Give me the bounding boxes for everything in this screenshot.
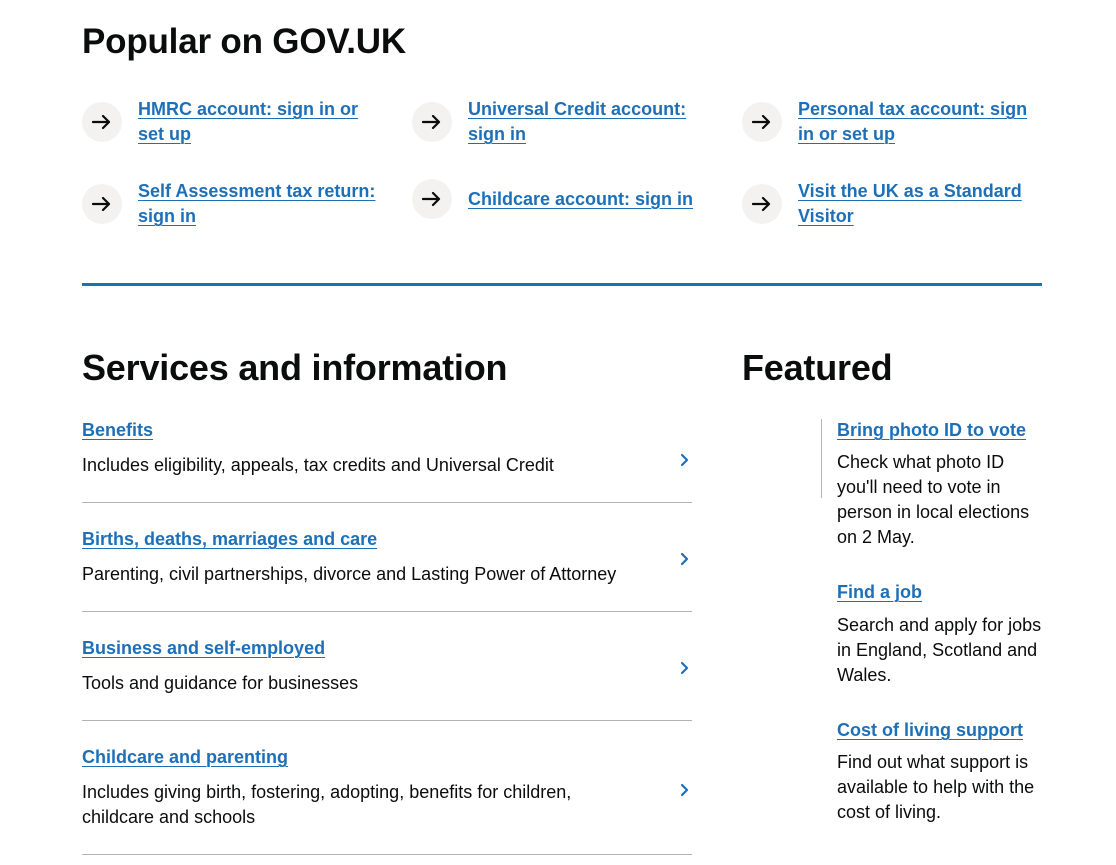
arrow-right-icon[interactable] [82,184,122,224]
arrow-right-icon-svg [422,191,441,207]
featured-description: Search and apply for jobs in England, Sc… [837,615,1042,685]
services-heading: Services and information [82,347,508,388]
service-link-business-self-employed[interactable]: Business and self-employed [82,636,325,661]
popular-item-childcare-account: Childcare account: sign in [412,179,712,219]
service-item-benefits: Benefits Includes eligibility, appeals, … [82,418,692,503]
arrow-right-icon[interactable] [742,184,782,224]
popular-link-self-assessment[interactable]: Self Assessment tax return: sign in [138,179,382,229]
arrow-right-icon[interactable] [412,102,452,142]
chevron-right-icon[interactable] [678,661,692,675]
popular-link-universal-credit[interactable]: Universal Credit account: sign in [468,97,703,147]
arrow-right-icon[interactable] [82,102,122,142]
arrow-right-icon-svg [752,114,771,130]
chevron-right-icon[interactable] [678,783,692,797]
arrow-right-icon-svg [752,196,771,212]
popular-link-standard-visitor[interactable]: Visit the UK as a Standard Visitor [798,179,1023,229]
popular-item-self-assessment: Self Assessment tax return: sign in [82,179,382,229]
popular-link-hmrc-account[interactable]: HMRC account: sign in or set up [138,97,368,147]
service-link-births-deaths-marriages[interactable]: Births, deaths, marriages and care [82,527,377,552]
featured-description: Check what photo ID you'll need to vote … [837,452,1030,547]
popular-item-personal-tax: Personal tax account: sign in or set up [742,97,1042,147]
featured-link-cost-of-living[interactable]: Cost of living support [837,718,1023,743]
chevron-right-icon[interactable] [678,453,692,467]
arrow-right-icon-svg [422,114,441,130]
arrow-right-icon-svg [92,114,111,130]
arrow-right-icon[interactable] [412,179,452,219]
popular-link-personal-tax-account[interactable]: Personal tax account: sign in or set up [798,97,1042,147]
featured-link-find-a-job[interactable]: Find a job [837,580,922,605]
featured-link-photo-id[interactable]: Bring photo ID to vote [837,418,1026,443]
service-item-births-deaths: Births, deaths, marriages and care Paren… [82,527,692,612]
service-description: Includes giving birth, fostering, adopti… [82,782,572,827]
service-item-business: Business and self-employed Tools and gui… [82,636,692,721]
service-item-childcare: Childcare and parenting Includes giving … [82,745,692,855]
popular-item-hmrc: HMRC account: sign in or set up [82,97,382,147]
service-description: Tools and guidance for businesses [82,673,359,693]
service-description: Parenting, civil partnerships, divorce a… [82,564,617,584]
featured-description: Find out what support is available to he… [837,752,1035,822]
featured-divider [821,419,822,498]
arrow-right-icon-svg [92,196,111,212]
service-link-childcare-parenting[interactable]: Childcare and parenting [82,745,288,770]
arrow-right-icon[interactable] [742,102,782,142]
chevron-right-icon[interactable] [678,552,692,566]
section-divider [82,283,1042,286]
service-description: Includes eligibility, appeals, tax credi… [82,455,554,475]
featured-heading: Featured [742,347,893,388]
popular-heading: Popular on GOV.UK [82,22,406,61]
popular-item-standard-visitor: Visit the UK as a Standard Visitor [742,179,1042,229]
popular-item-universal-credit: Universal Credit account: sign in [412,97,712,147]
service-link-benefits[interactable]: Benefits [82,418,153,443]
popular-link-childcare-account[interactable]: Childcare account: sign in [468,187,708,212]
